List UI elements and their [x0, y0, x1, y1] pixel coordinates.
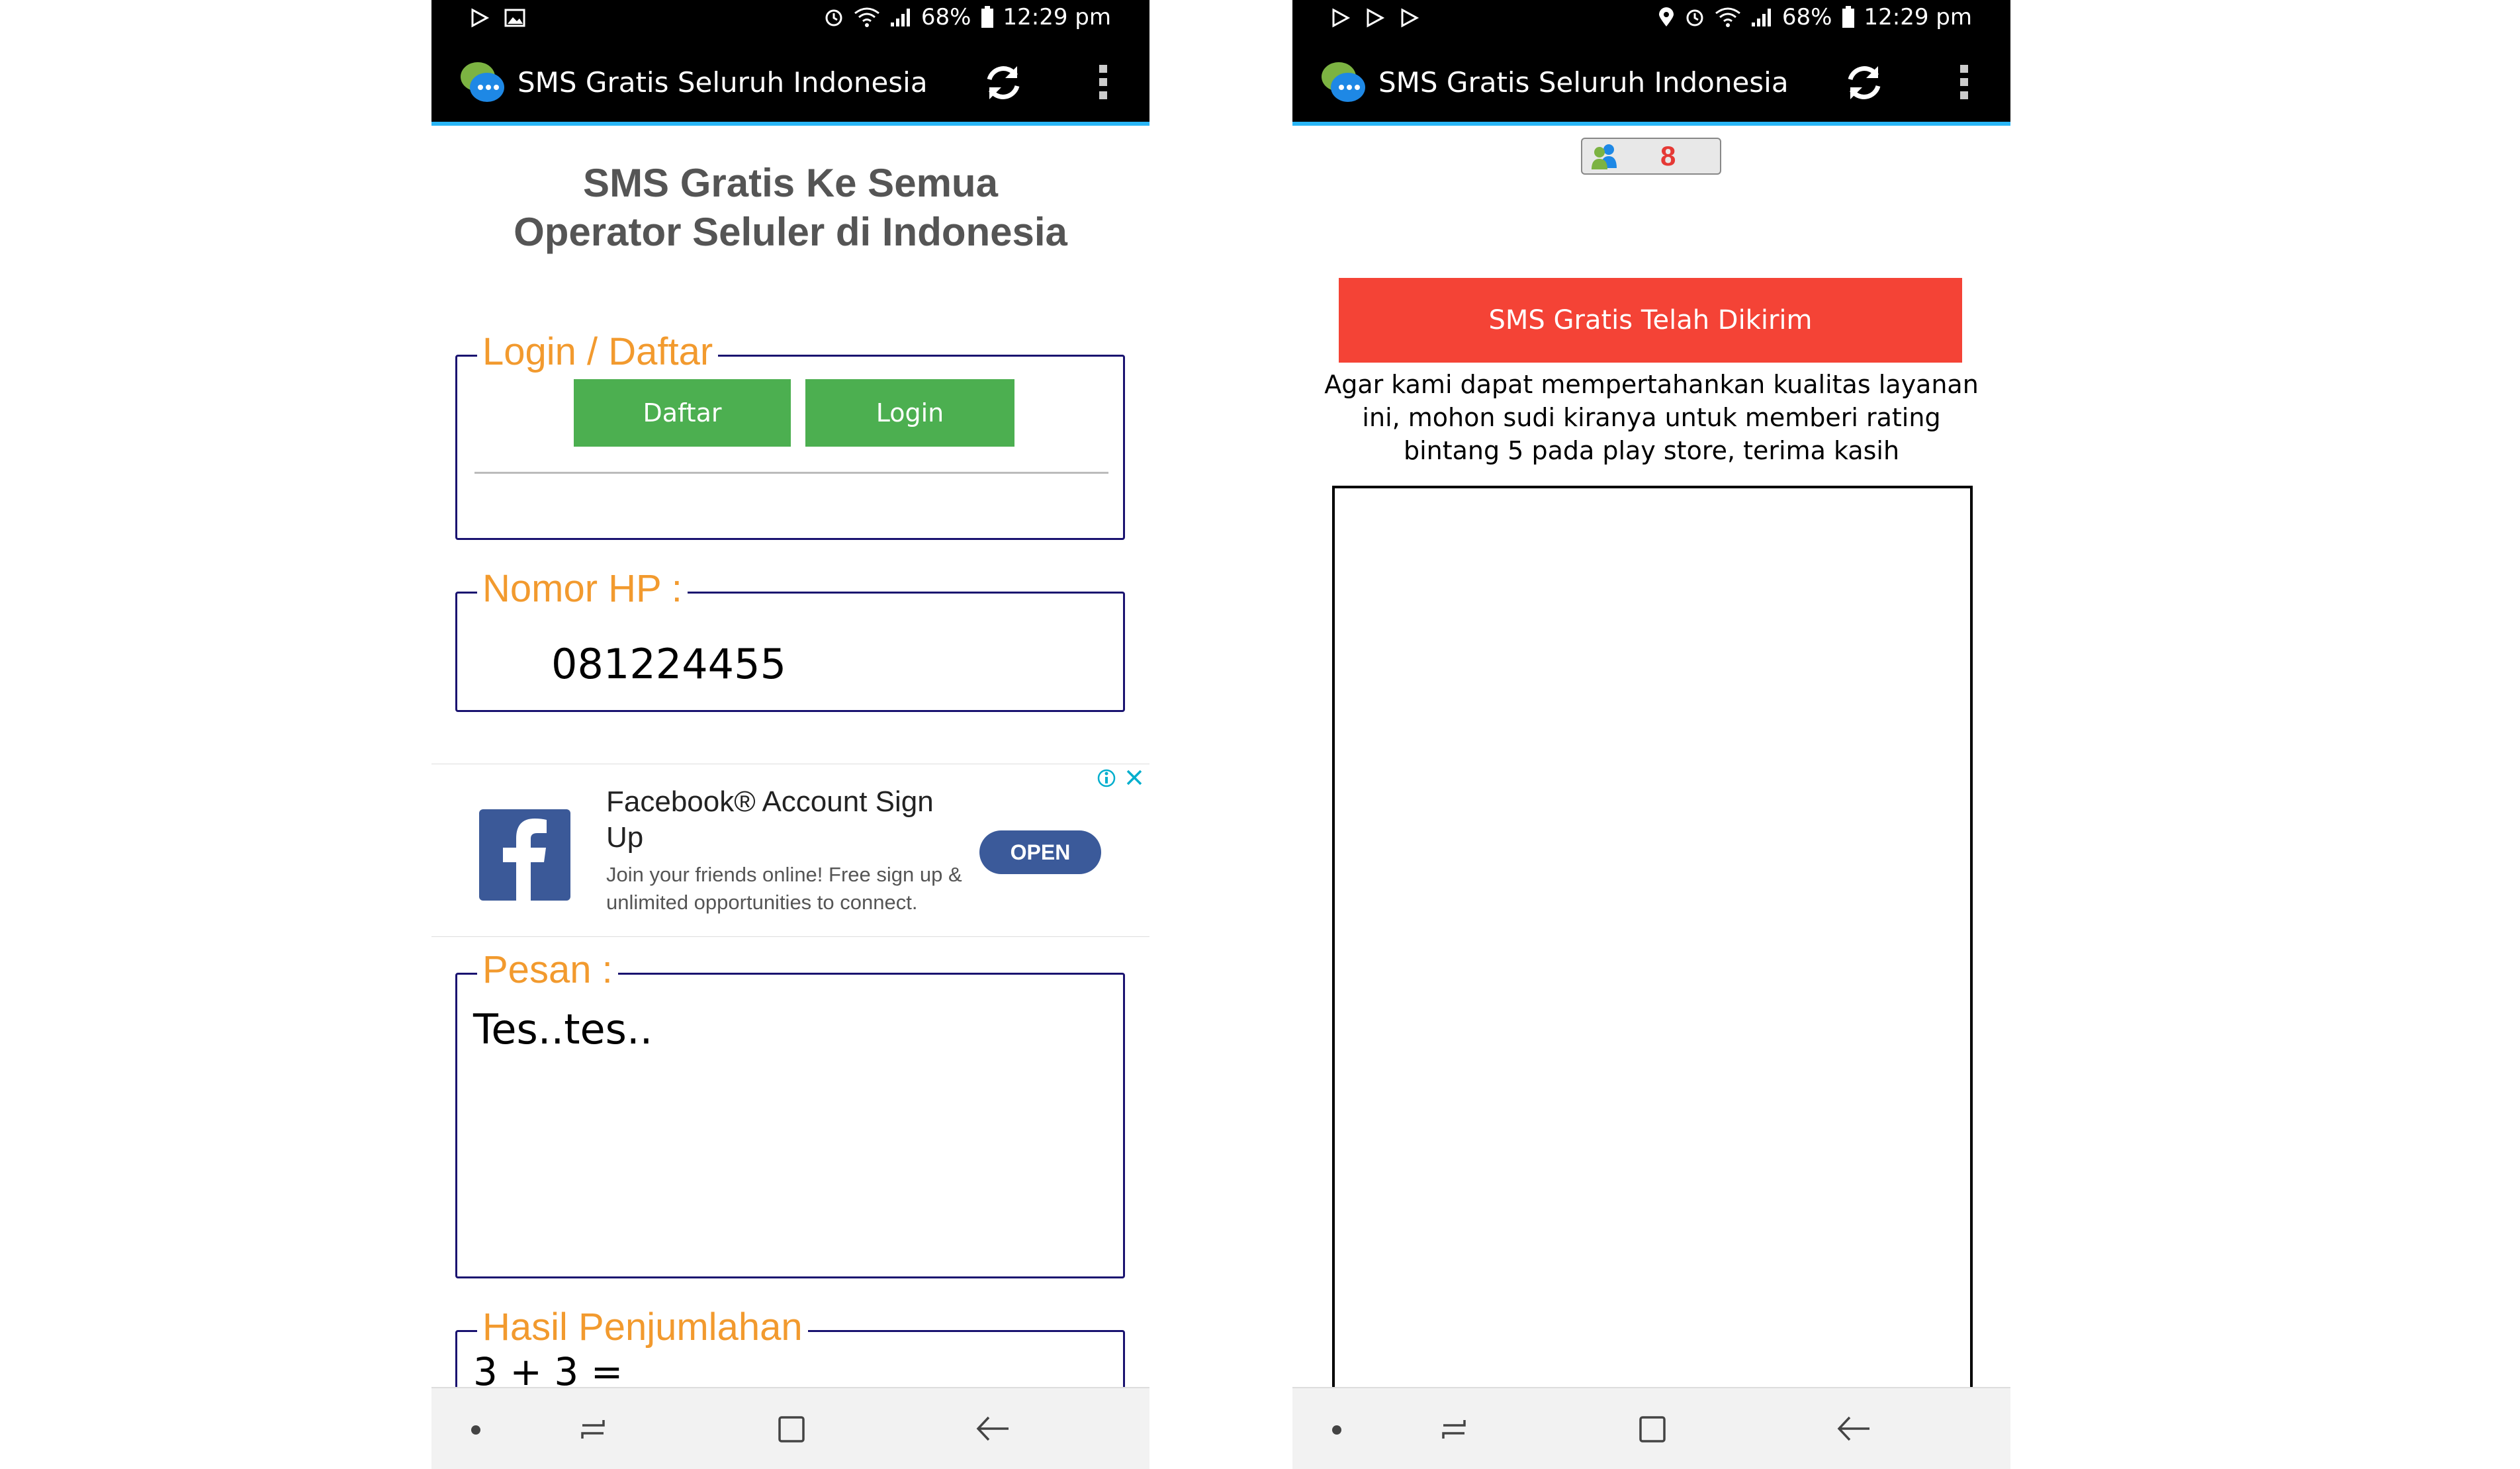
wifi-icon	[854, 7, 879, 27]
login-legend: Login / Daftar	[477, 329, 719, 375]
app-title: SMS Gratis Seluruh Indonesia	[1378, 66, 1789, 99]
app-bar: SMS Gratis Seluruh Indonesia	[1292, 42, 2010, 122]
empty-content-frame	[1332, 486, 1973, 1394]
users-icon	[1592, 144, 1617, 169]
sms-sent-banner: SMS Gratis Telah Dikirim	[1339, 278, 1962, 363]
nav-dot-icon	[1332, 1425, 1341, 1435]
battery-percent: 68%	[921, 4, 971, 30]
back-icon[interactable]	[974, 1412, 1011, 1445]
recent-apps-icon[interactable]	[1438, 1413, 1470, 1445]
navigation-bar	[431, 1387, 1149, 1469]
more-vert-icon[interactable]	[1097, 62, 1110, 102]
nav-dot-icon	[471, 1425, 480, 1435]
app-bar-underline	[1292, 122, 2010, 126]
recent-apps-icon[interactable]	[577, 1413, 609, 1445]
phone-number-fieldset: Nomor HP : 081224455	[455, 566, 1125, 712]
status-time: 12:29 pm	[1003, 4, 1112, 30]
signal-icon	[890, 9, 910, 26]
play-store-icon	[471, 8, 490, 28]
status-bar: 68% 12:29 pm	[1292, 0, 2010, 42]
message-fieldset: Pesan : Tes..tes..	[455, 947, 1125, 1278]
chat-bubble-logo-icon	[1322, 62, 1365, 102]
refresh-icon[interactable]	[981, 61, 1025, 105]
status-time: 12:29 pm	[1864, 4, 1973, 30]
message-legend: Pesan :	[477, 947, 618, 993]
image-icon	[504, 9, 525, 27]
ad-description: Join your friends online! Free sign up &…	[606, 863, 962, 914]
daftar-button[interactable]: Daftar	[574, 379, 791, 447]
battery-icon	[981, 6, 993, 28]
status-bar: 68% 12:29 pm	[431, 0, 1149, 42]
sum-legend: Hasil Penjumlahan	[477, 1304, 808, 1351]
play-store-icon	[1332, 8, 1351, 28]
navigation-bar	[1292, 1387, 2010, 1469]
right-phone-screen: 68% 12:29 pm SMS Gratis Seluruh Indonesi…	[1292, 0, 2010, 1469]
alarm-icon	[825, 9, 842, 26]
chat-bubble-logo-icon	[461, 62, 504, 102]
ad-banner[interactable]: Facebook® Account Sign Up Join your frie…	[431, 764, 1149, 937]
home-icon[interactable]	[776, 1412, 809, 1445]
back-icon[interactable]	[1835, 1412, 1872, 1445]
ad-title: Facebook® Account Sign Up	[606, 785, 934, 854]
visitor-count: 8	[1660, 140, 1676, 171]
home-icon[interactable]	[1637, 1412, 1670, 1445]
rating-request-message: Agar kami dapat mempertahankan kualitas …	[1324, 370, 1979, 465]
ad-open-button[interactable]: OPEN	[979, 830, 1101, 874]
login-fieldset: Login / Daftar Daftar Login	[455, 329, 1125, 540]
app-title: SMS Gratis Seluruh Indonesia	[518, 66, 928, 99]
message-textarea[interactable]: Tes..tes..	[473, 1005, 652, 1053]
page-title: SMS Gratis Ke Semua Operator Seluler di …	[514, 161, 1067, 254]
battery-percent: 68%	[1781, 4, 1832, 30]
play-store-icon	[1401, 8, 1419, 28]
ad-info-icon[interactable]	[1097, 768, 1116, 788]
app-bar-underline	[431, 122, 1149, 126]
battery-icon	[1842, 6, 1854, 28]
visitor-counter-badge: 8	[1581, 138, 1721, 175]
phone-number-legend: Nomor HP :	[477, 566, 688, 612]
divider	[474, 472, 1108, 474]
app-bar: SMS Gratis Seluruh Indonesia	[431, 42, 1149, 122]
alarm-icon	[1686, 9, 1703, 26]
refresh-icon[interactable]	[1842, 61, 1886, 105]
left-phone-screen: 68% 12:29 pm SMS Gratis Seluruh Indonesi…	[431, 0, 1149, 1469]
phone-number-input[interactable]: 081224455	[551, 640, 786, 688]
ad-close-icon[interactable]	[1124, 767, 1145, 788]
login-button[interactable]: Login	[805, 379, 1014, 447]
signal-icon	[1751, 9, 1771, 26]
more-vert-icon[interactable]	[1958, 62, 1971, 102]
location-icon	[1658, 7, 1674, 26]
facebook-logo-icon	[479, 809, 570, 901]
wifi-icon	[1715, 7, 1740, 27]
play-store-icon	[1367, 8, 1385, 28]
